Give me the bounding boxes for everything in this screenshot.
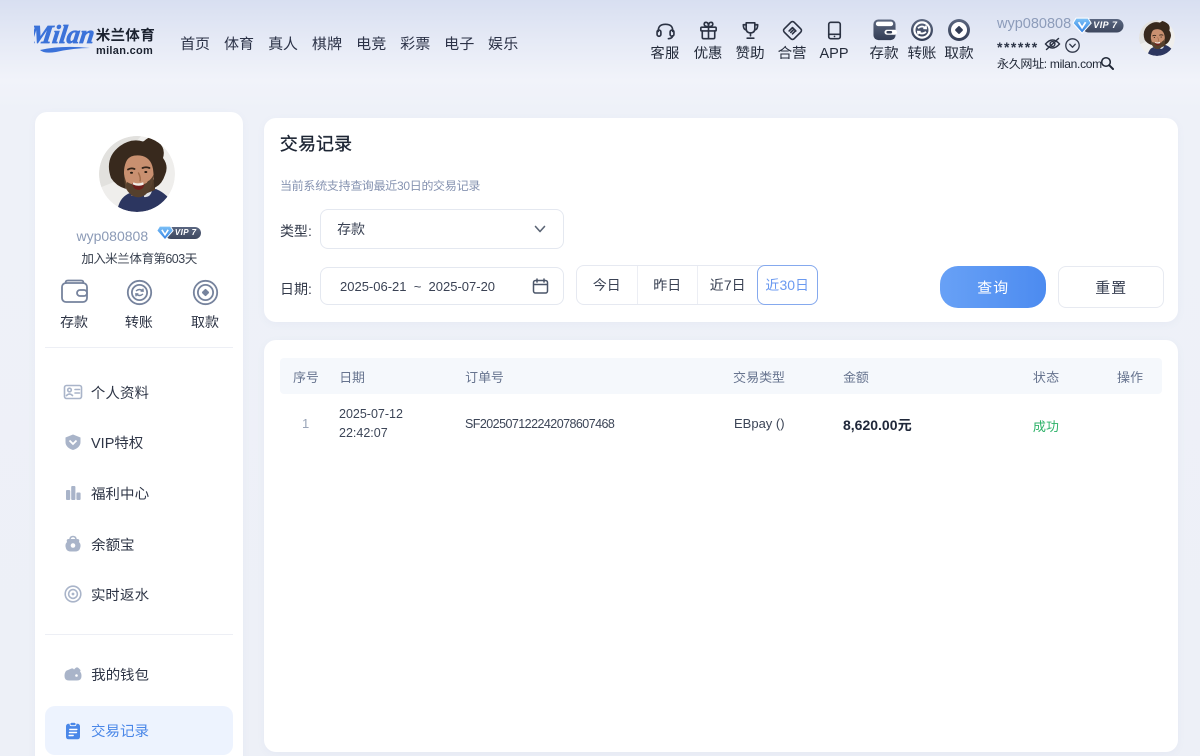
svg-text:Milan: Milan	[34, 20, 96, 49]
